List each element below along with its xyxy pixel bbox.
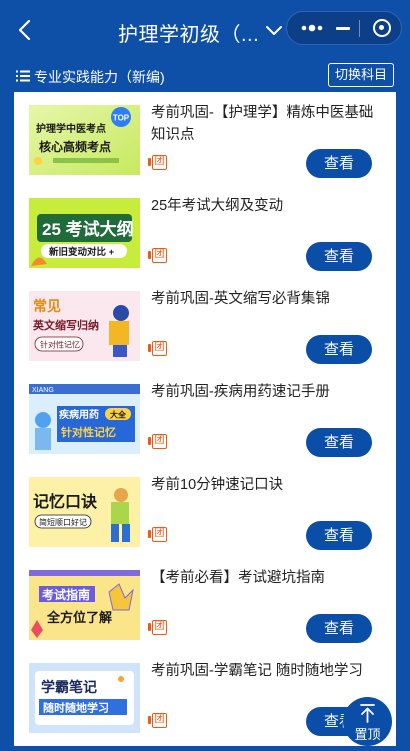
list-item[interactable]: 常见 英文缩写归纳 针对性记忆 考前巩固-英文缩写必背集锦 团 查看 [14,278,396,371]
item-title[interactable]: 考前10分钟速记口诀 [151,474,379,496]
more-dots-icon[interactable] [301,23,325,33]
minimize-icon[interactable] [336,27,350,30]
svg-text:大全: 大全 [110,410,127,420]
list-item[interactable]: 25 考试大纲 新旧变动对比 + 25年考试大纲及变动 团 查看 [14,185,396,278]
back-to-top-label: 置顶 [354,727,381,742]
item-thumbnail: XIANG 疾病用药 大全 针对性记忆 [29,384,140,454]
group-buy-icon: 团 [148,434,167,449]
svg-text:TOP: TOP [113,114,130,123]
view-button[interactable]: 查看 [306,614,372,643]
svg-text:疾病用药: 疾病用药 [59,408,99,421]
item-thumbnail: 25 考试大纲 新旧变动对比 + [29,198,140,268]
record-icon[interactable] [373,19,391,37]
view-button[interactable]: 查看 [306,335,372,364]
group-buy-icon: 团 [148,155,167,170]
item-title[interactable]: 25年考试大纲及变动 [151,195,379,217]
list-item[interactable]: XIANG 疾病用药 大全 针对性记忆 考前巩固-疾病用药速记手册 团 查看 [14,371,396,464]
back-arrow-icon[interactable] [14,18,36,42]
svg-text:考试指南: 考试指南 [42,587,90,602]
group-buy-icon: 团 [148,248,167,263]
bottom-edge [0,746,410,751]
svg-text:简短顺口好记: 简短顺口好记 [39,517,87,527]
back-to-top-button[interactable]: 置顶 [343,697,392,746]
mini-program-capsule [286,11,402,45]
group-buy-icon: 团 [148,713,167,728]
chevron-down-icon[interactable] [264,22,284,40]
group-buy-icon: 团 [148,620,167,635]
view-button[interactable]: 查看 [306,242,372,271]
svg-text:学霸笔记: 学霸笔记 [41,679,97,695]
page-title[interactable]: 护理学初级（... [118,18,259,47]
svg-text:针对性记忆: 针对性记忆 [61,425,116,439]
svg-text:常见: 常见 [33,298,61,314]
top-nav-bar: 护理学初级（... [0,0,410,60]
item-thumbnail: 常见 英文缩写归纳 针对性记忆 [29,291,140,361]
svg-text:新旧变动对比 +: 新旧变动对比 + [49,246,115,258]
item-thumbnail: 学霸笔记 随时随地学习 [29,663,140,733]
resource-list: TOP 护理学中医考点 核心高频考点 考前巩固-【护理学】精炼中医基础知识点 团… [14,92,396,751]
svg-text:针对性记忆: 针对性记忆 [40,340,80,350]
svg-text:25 考试大纲: 25 考试大纲 [42,219,134,239]
item-title[interactable]: 考前巩固-疾病用药速记手册 [151,381,379,403]
item-title[interactable]: 考前巩固-英文缩写必背集锦 [151,288,379,310]
list-item[interactable]: 学霸笔记 随时随地学习 考前巩固-学霸笔记 随时随地学习 团 查看 [14,650,396,743]
view-button[interactable]: 查看 [306,428,372,457]
item-thumbnail: TOP 护理学中医考点 核心高频考点 [29,105,140,175]
item-thumbnail: 考试指南 全方位了解 [29,570,140,640]
list-item[interactable]: TOP 护理学中医考点 核心高频考点 考前巩固-【护理学】精炼中医基础知识点 团… [14,92,396,185]
item-title[interactable]: 考前巩固-学霸笔记 随时随地学习 [151,660,379,682]
svg-text:记忆口诀: 记忆口诀 [33,492,98,511]
svg-text:XIANG: XIANG [32,387,54,394]
item-title[interactable]: 考前巩固-【护理学】精炼中医基础知识点 [151,102,379,146]
switch-subject-button[interactable]: 切换科目 [328,63,394,87]
svg-text:全方位了解: 全方位了解 [46,610,112,625]
capsule-divider [359,20,360,37]
svg-text:护理学中医考点: 护理学中医考点 [36,122,106,135]
group-buy-icon: 团 [148,527,167,542]
item-thumbnail: 记忆口诀 简短顺口好记 [29,477,140,547]
subject-title: 专业实践能力（新编) [34,69,165,85]
list-item[interactable]: 考试指南 全方位了解 【考前必看】考试避坑指南 团 查看 [14,557,396,650]
svg-text:核心高频考点: 核心高频考点 [39,139,111,154]
list-item[interactable]: 记忆口诀 简短顺口好记 考前10分钟速记口诀 团 查看 [14,464,396,557]
subject-bar: 专业实践能力（新编) 切换科目 [0,60,410,92]
svg-text:英文缩写归纳: 英文缩写归纳 [32,318,99,332]
view-button[interactable]: 查看 [306,149,372,178]
item-title[interactable]: 【考前必看】考试避坑指南 [151,567,379,589]
group-buy-icon: 团 [148,341,167,356]
list-icon [16,70,30,82]
svg-text:随时随地学习: 随时随地学习 [43,701,109,715]
arrow-up-icon [360,704,375,723]
view-button[interactable]: 查看 [306,521,372,550]
